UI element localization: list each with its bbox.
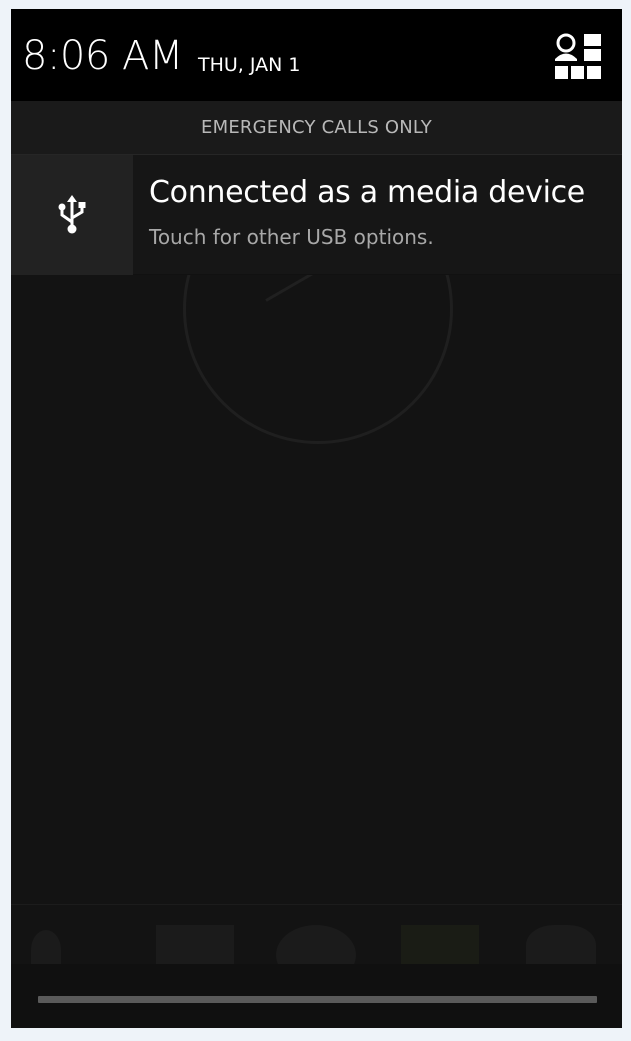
shade-handle-area[interactable] <box>11 964 622 1028</box>
usb-notification[interactable]: Connected as a media device Touch for ot… <box>11 155 622 275</box>
notification-subtitle: Touch for other USB options. <box>149 225 434 249</box>
status-header: 8:06 AM THU, JAN 1 <box>11 9 622 101</box>
drag-handle[interactable] <box>38 996 597 1003</box>
clock-time[interactable]: 8:06 AM <box>22 33 183 79</box>
notification-shade: 8:06 AM THU, JAN 1 EMERGENCY CALLS ONLY <box>11 9 622 1028</box>
carrier-label-bar: EMERGENCY CALLS ONLY <box>11 101 622 155</box>
quick-settings-button[interactable] <box>552 31 604 83</box>
carrier-label: EMERGENCY CALLS ONLY <box>201 117 432 138</box>
clock-date[interactable]: THU, JAN 1 <box>198 54 301 76</box>
quick-settings-icon <box>555 33 601 79</box>
usb-icon <box>58 195 86 234</box>
notification-title: Connected as a media device <box>149 175 585 210</box>
notification-icon-container <box>11 155 133 275</box>
